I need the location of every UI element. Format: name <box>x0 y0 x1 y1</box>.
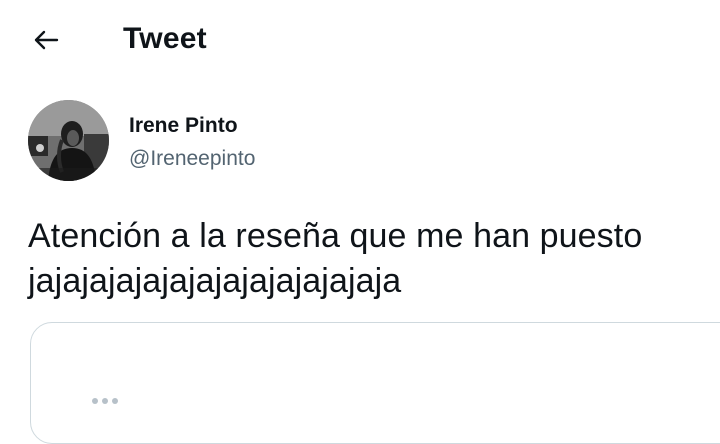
avatar[interactable] <box>28 100 109 181</box>
avatar-photo <box>28 100 109 181</box>
card-preview-fragment <box>89 389 129 409</box>
author-display-name[interactable]: Irene Pinto <box>129 113 238 139</box>
tweet-text: Atención a la reseña que me han puesto j… <box>28 217 643 300</box>
tweet-header: Tweet <box>0 0 720 78</box>
ellipsis-icon <box>92 398 118 404</box>
page-title: Tweet <box>123 22 207 55</box>
author-handle[interactable]: @Ireneepinto <box>129 146 255 172</box>
back-button[interactable] <box>28 22 64 58</box>
arrow-left-icon <box>34 30 59 50</box>
quoted-media-card[interactable] <box>30 322 720 444</box>
tweet-author: Irene Pinto @Ireneepinto <box>28 100 628 184</box>
